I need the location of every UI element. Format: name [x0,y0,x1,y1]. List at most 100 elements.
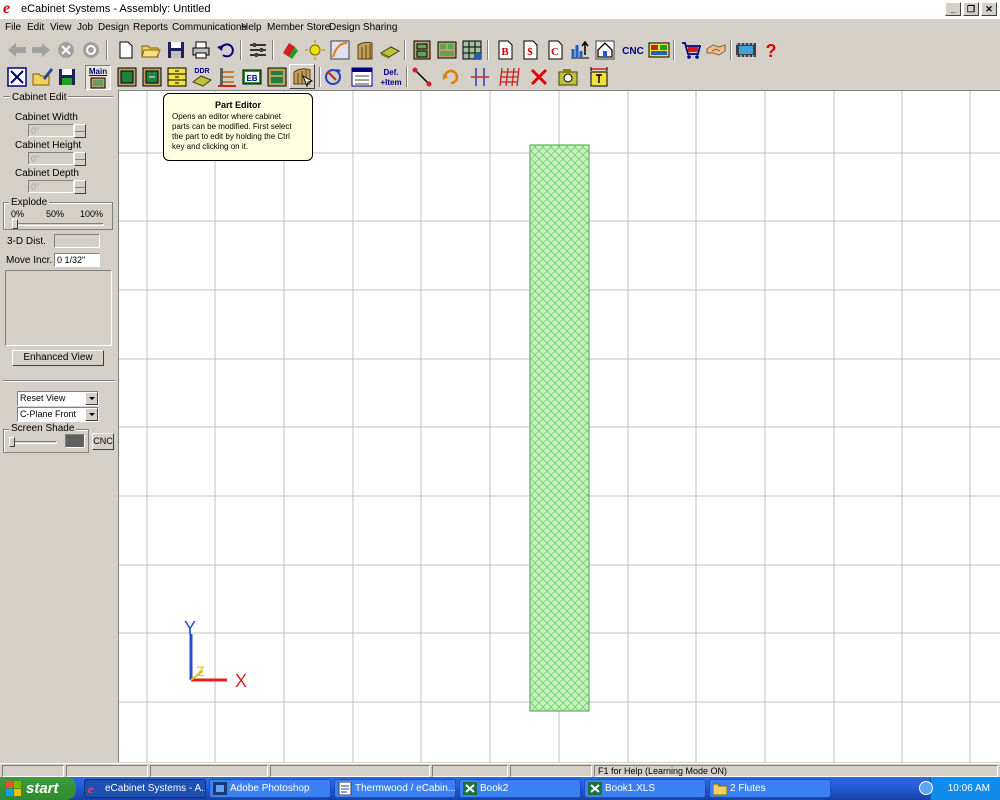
taskbar-item-book2[interactable]: Book2 [459,779,581,798]
edgeband-icon[interactable]: EB [241,66,263,88]
taskbar-item-ecabinet[interactable]: e eCabinet Systems - A... [84,779,206,798]
rotate-view-icon[interactable] [322,66,344,88]
forward-arrow-icon[interactable] [30,39,52,61]
screen-shade-slider-track[interactable] [9,441,57,444]
save-icon[interactable] [165,39,187,61]
material-icon[interactable] [279,39,301,61]
edit-open-icon[interactable] [31,66,53,88]
start-button[interactable]: start [0,777,76,800]
shopping-cart-icon[interactable] [680,39,702,61]
home-design-icon[interactable] [594,39,616,61]
item-label: +Item [380,78,401,87]
exit-icon[interactable] [6,66,28,88]
explode-slider-track[interactable] [12,223,104,226]
taskbar-item-book1[interactable]: Book1.XLS [584,779,706,798]
bill-of-materials-icon[interactable]: B [494,39,516,61]
cabinet-height-field[interactable]: 0" [28,152,74,165]
dimension-icon[interactable] [588,66,610,88]
shade-swatch[interactable] [65,434,85,448]
cabinet-icon[interactable] [411,39,433,61]
menu-design-sharing[interactable]: Design Sharing [329,22,397,33]
design-view[interactable]: Y X Z [119,91,1000,762]
ddr-icon[interactable]: DDR [191,66,213,88]
print-icon[interactable] [190,39,212,61]
stop-icon[interactable] [55,39,77,61]
chevron-down-icon[interactable] [85,408,98,421]
define-item-icon[interactable]: Def.+Item [377,66,405,88]
rotate-part-icon[interactable] [440,66,462,88]
wall-cabinet-icon[interactable] [141,66,163,88]
close-button[interactable]: ✕ [981,2,997,16]
menu-help[interactable]: Help [241,22,262,33]
cnc-button[interactable]: CNC [92,433,114,450]
drawer-icon[interactable] [166,66,188,88]
cabinet-height-label: Cabinet Height [15,140,82,151]
taskbar-item-thermwood[interactable]: Thermwood / eCabin... [334,779,456,798]
menu-view[interactable]: View [50,22,72,33]
open-folder-icon[interactable] [140,39,162,61]
tab-main[interactable]: Main [85,65,111,90]
light-icon[interactable] [304,39,326,61]
cabinet-depth-spinner[interactable] [74,180,86,194]
nesting-icon[interactable] [648,39,670,61]
explode-slider-thumb[interactable] [12,219,18,229]
menu-reports[interactable]: Reports [133,22,168,33]
status-cell [432,765,508,777]
tray-chevron-icon[interactable] [919,781,933,795]
cost-report-icon[interactable]: $ [519,39,541,61]
3d-dist-field[interactable] [54,234,100,248]
film-icon[interactable] [735,39,757,61]
face-frame-icon[interactable] [266,66,288,88]
title-bar[interactable]: e eCabinet Systems - Assembly: Untitled … [0,0,1000,20]
menu-job[interactable]: Job [77,22,93,33]
menu-design[interactable]: Design [98,22,129,33]
base-cabinet-icon[interactable] [116,66,138,88]
move-incr-field[interactable]: 0 1/32" [54,253,100,267]
cabinet-depth-field[interactable]: 0" [28,180,74,193]
help-icon[interactable]: ? [760,39,782,61]
cnc-text-icon[interactable]: CNC [620,39,646,61]
c-plane-select[interactable]: C-Plane Front [17,407,99,422]
upload-chart-icon[interactable] [569,39,591,61]
view-select[interactable]: Reset View [17,391,99,406]
curve-icon[interactable] [329,39,351,61]
menu-file[interactable]: File [5,22,21,33]
cabinet-grid-icon[interactable] [461,39,483,61]
menu-member-store[interactable]: Member Store [267,22,330,33]
save-design-icon[interactable] [56,66,78,88]
handshake-icon[interactable] [705,39,727,61]
back-arrow-icon[interactable] [6,39,28,61]
catalog-icon[interactable] [351,66,373,88]
move-line-icon[interactable] [411,66,433,88]
shelf-icon[interactable] [216,66,238,88]
drawing-canvas[interactable]: Y X Z [118,90,1000,762]
grid-icon[interactable] [498,66,520,88]
menu-communications[interactable]: Communications [172,22,246,33]
taskbar-item-label: eCabinet Systems - A... [105,783,206,794]
refresh-icon[interactable] [80,39,102,61]
screen-shade-slider-thumb[interactable] [9,437,15,447]
part-editor-button[interactable] [289,64,315,89]
photoshop-app-icon [213,782,227,795]
menu-edit[interactable]: Edit [27,22,44,33]
settings-sliders-icon[interactable] [247,39,269,61]
align-icon[interactable] [469,66,491,88]
cabinet-part[interactable] [529,144,590,712]
cutlist-report-icon[interactable]: C [544,39,566,61]
restore-button[interactable]: ❐ [963,2,979,16]
taskbar-item-photoshop[interactable]: Adobe Photoshop [209,779,331,798]
cabinet-height-spinner[interactable] [74,152,86,166]
cabinet-list-icon[interactable] [436,39,458,61]
new-file-icon[interactable] [115,39,137,61]
minimize-button[interactable]: _ [945,2,961,16]
molding-icon[interactable] [354,39,376,61]
cabinet-width-spinner[interactable] [74,124,86,138]
taskbar-item-2-flutes[interactable]: 2 Flutes [709,779,831,798]
cabinet-width-field[interactable]: 0" [28,124,74,137]
chevron-down-icon[interactable] [85,392,98,405]
panel-icon[interactable] [379,39,401,61]
delete-icon[interactable] [528,66,550,88]
enhanced-view-button[interactable]: Enhanced View [12,350,104,366]
camera-icon[interactable] [557,66,579,88]
undo-icon[interactable] [215,39,237,61]
